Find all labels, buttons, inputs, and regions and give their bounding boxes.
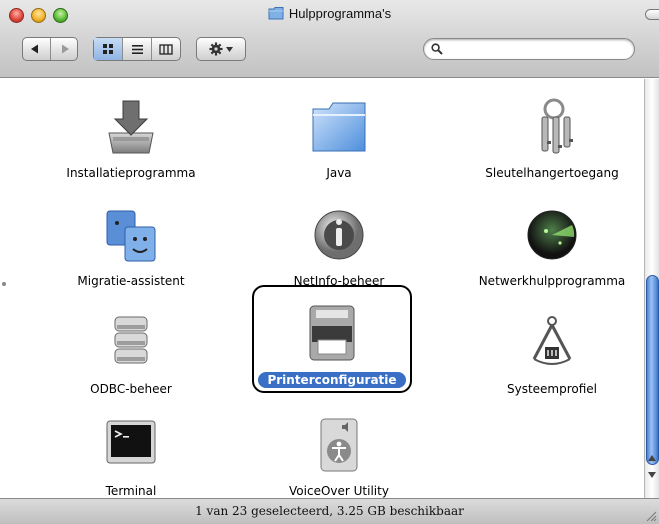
- file-item-netinfo[interactable]: NetInfo-beheer: [249, 203, 429, 289]
- chevron-down-icon: [226, 46, 233, 52]
- vertical-scrollbar[interactable]: [644, 79, 659, 498]
- scroll-down-button[interactable]: [645, 468, 659, 482]
- back-button[interactable]: [23, 38, 50, 60]
- back-arrow-icon: [31, 44, 39, 54]
- forward-arrow-icon: [61, 44, 69, 54]
- list-view-button[interactable]: [122, 38, 151, 60]
- voiceover-icon: [320, 418, 358, 472]
- scroll-up-icon: [648, 455, 656, 461]
- netinfo-icon: [314, 210, 364, 260]
- file-item-network-utility[interactable]: Netwerkhulpprogramma: [462, 203, 642, 289]
- list-view-icon: [131, 44, 143, 54]
- file-item-voiceover[interactable]: VoiceOver Utility: [249, 413, 429, 499]
- search-icon: [431, 43, 443, 55]
- file-label: Netwerkhulpprogramma: [478, 274, 626, 288]
- installer-icon: [108, 100, 154, 154]
- file-label: Sleutelhangertoegang: [485, 166, 619, 180]
- window-title-area: Hulpprogramma's: [0, 6, 659, 21]
- window-toolbar: Hulpprogramma's: [0, 0, 659, 78]
- icon-view-icon: [103, 44, 113, 54]
- window-title: Hulpprogramma's: [288, 6, 392, 21]
- file-item-java[interactable]: Java: [249, 95, 429, 181]
- forward-button[interactable]: [49, 38, 78, 60]
- scrollbar-thumb[interactable]: [646, 275, 659, 465]
- file-item-installer[interactable]: Installatieprogramma: [41, 95, 221, 181]
- terminal-icon: [106, 420, 156, 464]
- finder-window: Hulpprogramma's Installatieprogramma Jav…: [0, 0, 659, 524]
- java-folder-icon: [312, 102, 366, 152]
- file-icon-grid: Installatieprogramma Java Sleutelhangert…: [0, 79, 644, 498]
- column-view-button[interactable]: [151, 38, 180, 60]
- file-label: Systeemprofiel: [506, 382, 598, 396]
- migration-assistant-icon: [106, 210, 156, 262]
- file-label: Terminal: [105, 484, 157, 498]
- keychain-icon: [541, 98, 573, 154]
- scroll-down-icon: [648, 472, 656, 478]
- selection-callout-outline: [252, 285, 412, 393]
- toolbar-toggle-button[interactable]: [645, 9, 659, 20]
- gear-icon: [209, 42, 223, 56]
- scroll-up-button[interactable]: [645, 451, 659, 465]
- back-forward-buttons: [22, 37, 78, 61]
- file-label: VoiceOver Utility: [289, 484, 389, 498]
- action-menu-button[interactable]: [196, 37, 246, 61]
- folder-icon: [268, 7, 284, 20]
- file-label: ODBC-beheer: [90, 382, 172, 396]
- icon-view-button[interactable]: [94, 38, 122, 60]
- resize-grip-icon[interactable]: [645, 510, 657, 522]
- file-item-migration[interactable]: Migratie-assistent: [41, 203, 221, 289]
- file-item-odbc[interactable]: ODBC-beheer: [41, 311, 221, 397]
- view-mode-control: [93, 37, 181, 61]
- file-item-system-profiler[interactable]: Systeemprofiel: [462, 311, 642, 397]
- status-bar: 1 van 23 geselecteerd, 3.25 GB beschikba…: [0, 498, 659, 524]
- file-item-terminal[interactable]: Terminal: [41, 413, 221, 499]
- status-text: 1 van 23 geselecteerd, 3.25 GB beschikba…: [195, 504, 464, 518]
- file-item-keychain[interactable]: Sleutelhangertoegang: [462, 95, 642, 181]
- search-input[interactable]: [448, 41, 628, 57]
- search-field[interactable]: [423, 38, 635, 60]
- system-profiler-icon: [532, 316, 572, 365]
- file-label: Installatieprogramma: [66, 166, 196, 180]
- file-label: Migratie-assistent: [77, 274, 185, 288]
- odbc-icon: [114, 316, 148, 364]
- sidebar-resize-handle[interactable]: [2, 282, 6, 286]
- file-label: Java: [326, 166, 352, 180]
- column-view-icon: [159, 43, 173, 55]
- network-utility-icon: [527, 210, 577, 260]
